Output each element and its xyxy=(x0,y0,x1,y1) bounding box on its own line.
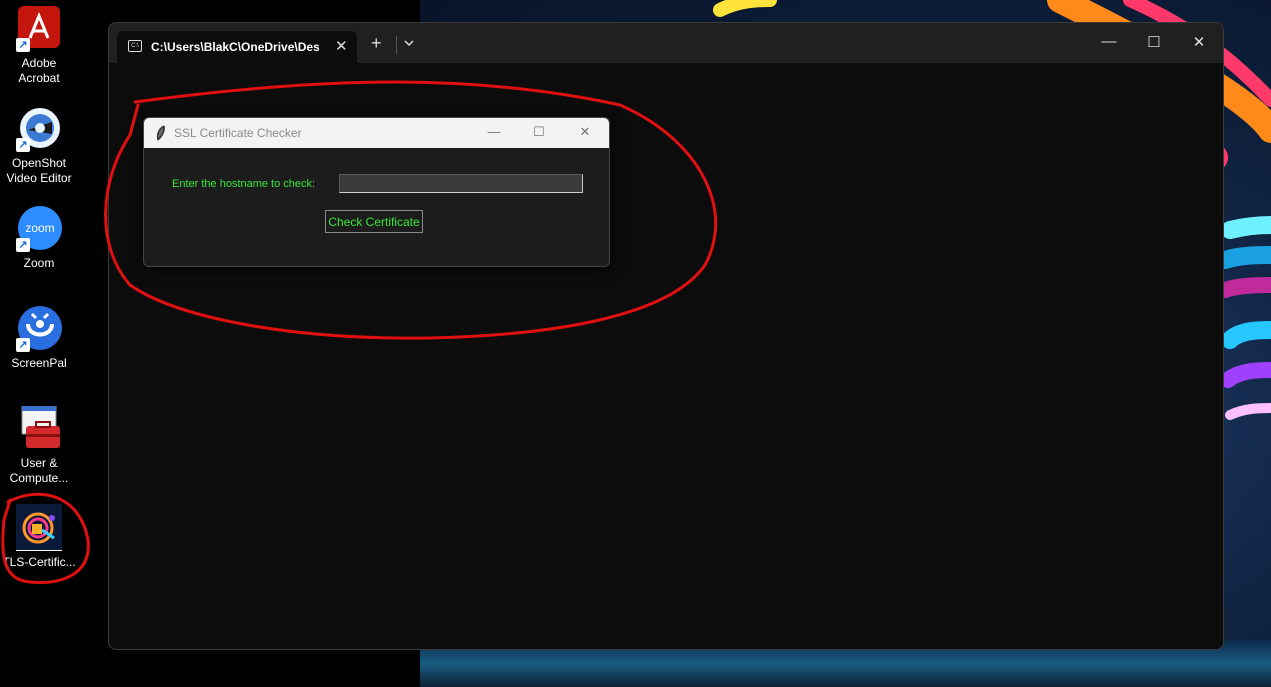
adobe-acrobat-icon: ↗ xyxy=(16,6,62,52)
shortcut-arrow-icon: ↗ xyxy=(16,338,30,352)
dialog-title: SSL Certificate Checker xyxy=(174,126,302,140)
shortcut-arrow-icon: ↗ xyxy=(16,138,30,152)
chevron-down-icon[interactable] xyxy=(403,35,415,51)
desktop-icon-user-computers[interactable]: User & Compute... xyxy=(0,405,78,486)
close-icon[interactable]: ✕ xyxy=(335,37,348,55)
desktop-icon-label: User & Compute... xyxy=(9,456,69,485)
dialog-minimize-button[interactable]: — xyxy=(485,124,503,139)
hostname-input[interactable] xyxy=(339,174,583,193)
desktop-icon-openshot[interactable]: ↗ OpenShot Video Editor xyxy=(0,106,78,186)
terminal-tab-title: C:\Users\BlakC\OneDrive\Des xyxy=(151,40,319,54)
shortcut-arrow-icon: ↗ xyxy=(16,38,30,52)
desktop-icon-tls-certificate[interactable]: TLS-Certific... xyxy=(0,504,78,570)
close-button[interactable]: ✕ xyxy=(1189,33,1209,51)
openshot-icon: ↗ xyxy=(16,106,62,152)
desktop-icon-label: Adobe Acrobat xyxy=(18,56,60,85)
terminal-titlebar[interactable]: C:\ C:\Users\BlakC\OneDrive\Des ✕ + — ☐ … xyxy=(109,23,1223,63)
screenpal-icon: ↗ xyxy=(16,306,62,352)
desktop-icon-label: ScreenPal xyxy=(11,356,67,370)
console-icon: C:\ xyxy=(128,40,142,52)
desktop-icon-acrobat[interactable]: ↗ Adobe Acrobat xyxy=(0,6,78,86)
check-certificate-button[interactable]: Check Certificate xyxy=(325,210,423,233)
shortcut-arrow-icon: ↗ xyxy=(16,238,30,252)
tls-certificate-icon xyxy=(16,504,62,551)
new-tab-button[interactable]: + xyxy=(371,33,382,54)
dialog-titlebar[interactable]: SSL Certificate Checker — ☐ ✕ xyxy=(144,118,609,148)
zoom-icon: zoom ↗ xyxy=(16,206,62,252)
dialog-close-button[interactable]: ✕ xyxy=(576,124,594,140)
feather-icon xyxy=(155,125,167,141)
ssl-checker-dialog: SSL Certificate Checker — ☐ ✕ Enter the … xyxy=(143,117,610,267)
desktop-icon-label: Zoom xyxy=(23,256,55,270)
minimize-button[interactable]: — xyxy=(1099,33,1119,50)
toolbox-icon xyxy=(16,405,62,452)
desktop-icon-zoom[interactable]: zoom ↗ Zoom xyxy=(0,206,78,271)
terminal-tab[interactable]: C:\ C:\Users\BlakC\OneDrive\Des ✕ xyxy=(117,31,357,63)
desktop-icon-screenpal[interactable]: ↗ ScreenPal xyxy=(0,306,78,371)
maximize-button[interactable]: ☐ xyxy=(1144,33,1164,51)
desktop-icon-label: OpenShot Video Editor xyxy=(6,156,72,185)
dialog-maximize-button[interactable]: ☐ xyxy=(530,124,548,140)
tab-divider xyxy=(396,36,397,54)
hostname-prompt-label: Enter the hostname to check: xyxy=(172,178,316,190)
desktop-icon-label: TLS-Certific... xyxy=(2,555,76,569)
